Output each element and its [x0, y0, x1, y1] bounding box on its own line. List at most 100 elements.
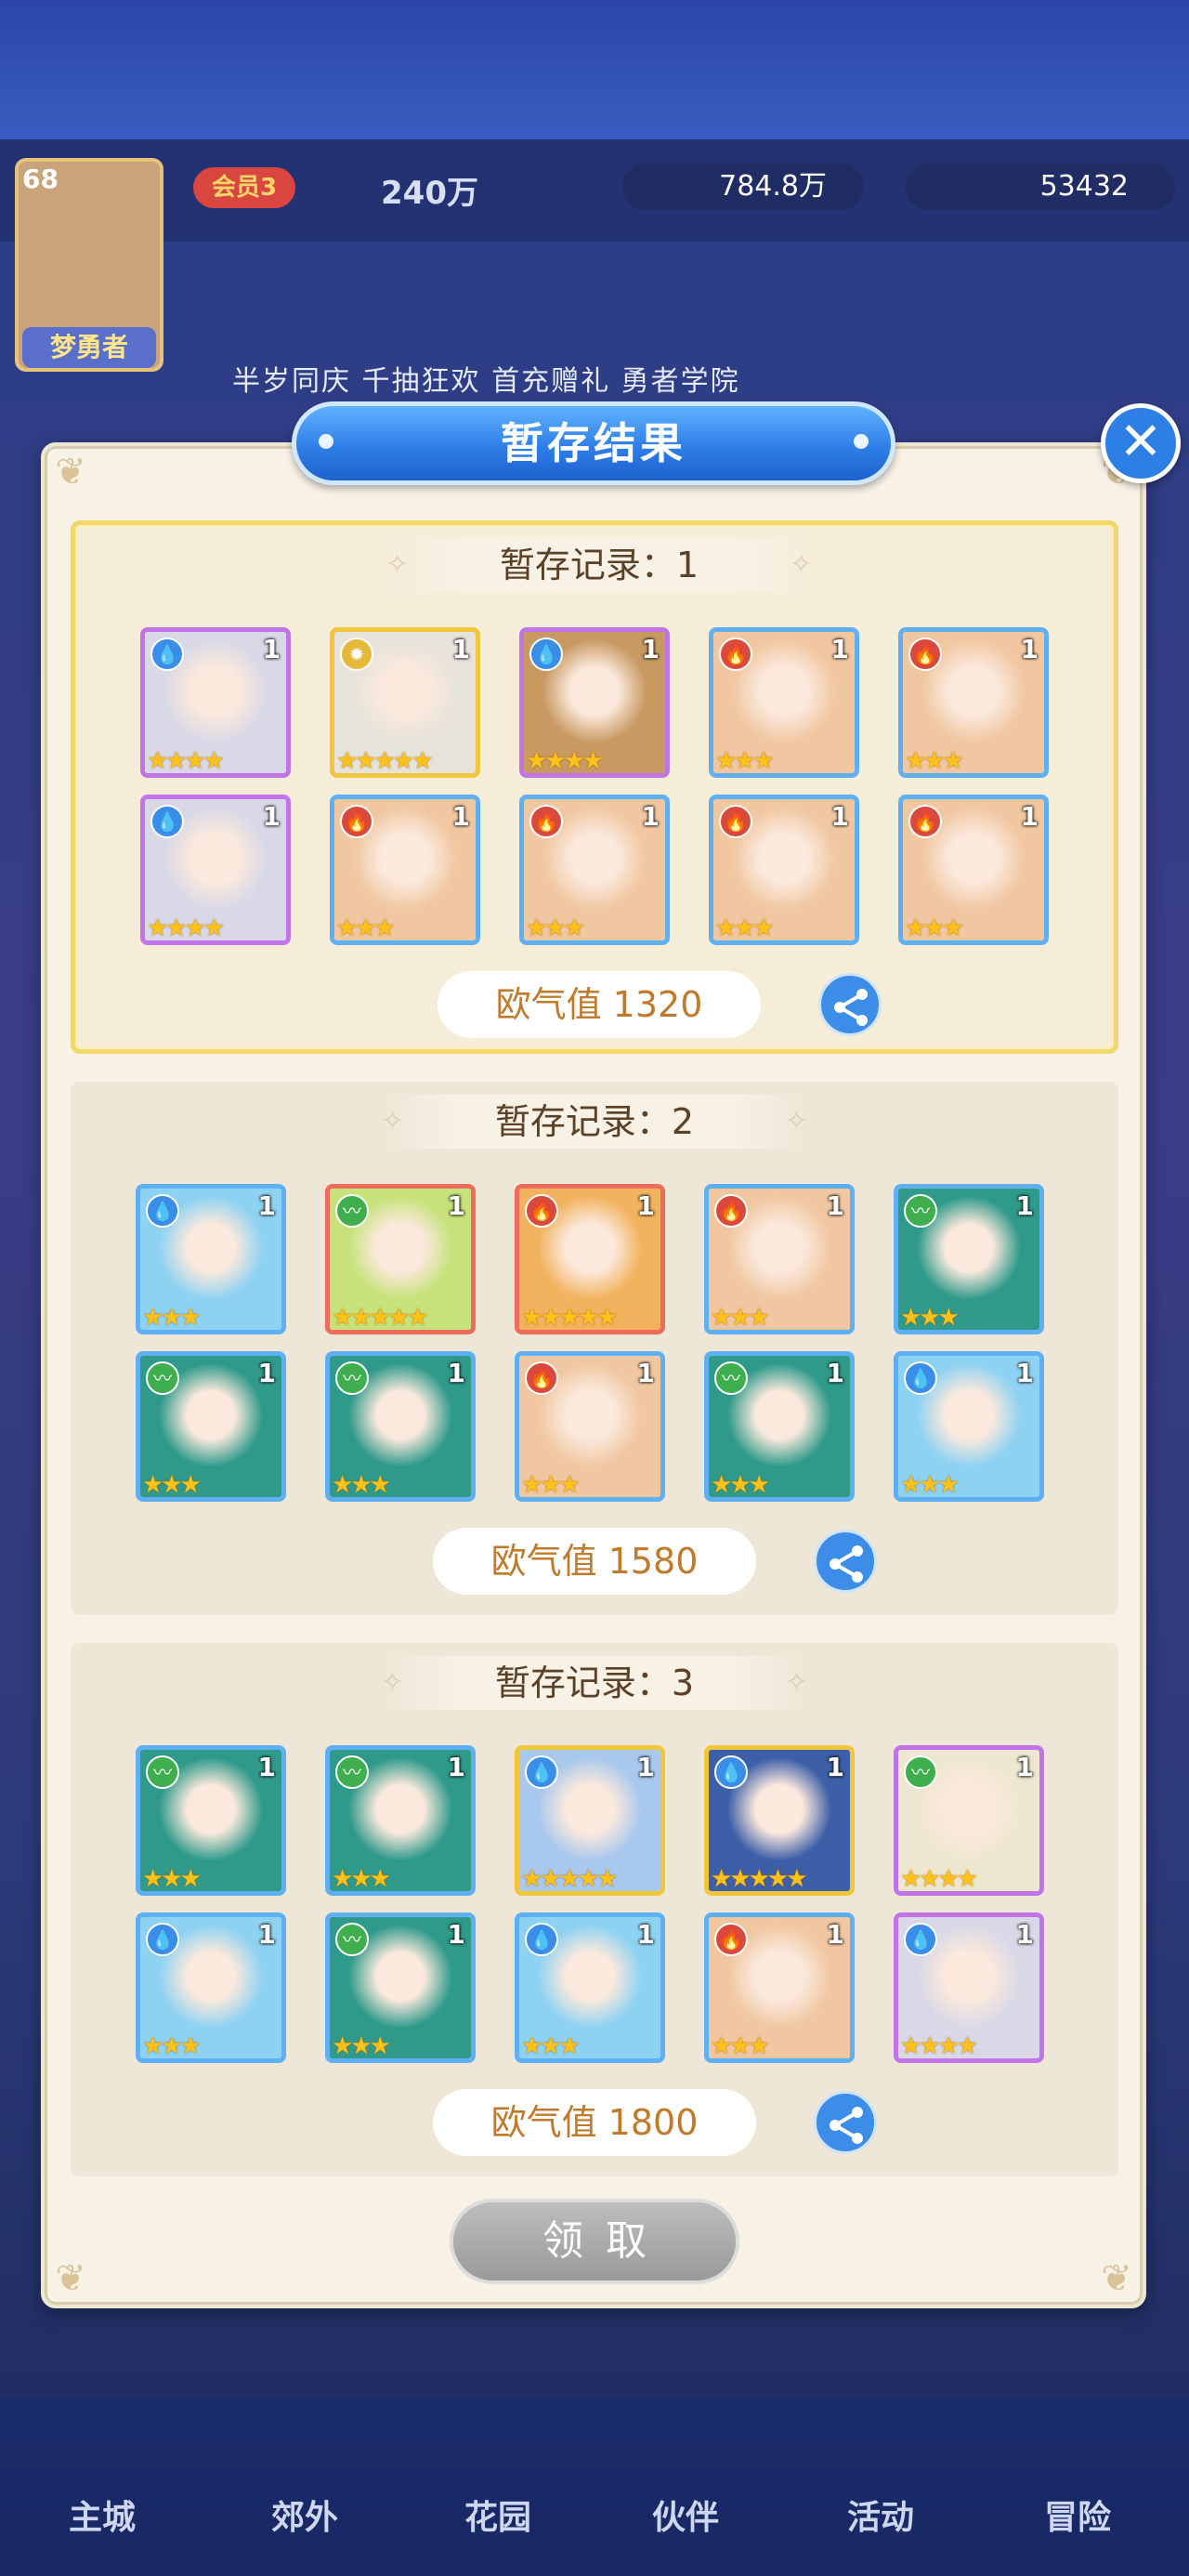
claim-button[interactable]: 领取 — [450, 2199, 739, 2284]
record-label-text: 暂存记录：1 — [499, 545, 699, 585]
card-count: 1 — [451, 634, 470, 664]
character-card[interactable]: 🔥 1 ★★★★★ — [515, 1184, 665, 1334]
character-card[interactable]: 💧 1 ★★★★ — [140, 795, 291, 945]
character-card[interactable]: 🔥 1 ★★★ — [704, 1184, 855, 1334]
character-card[interactable]: 🔥 1 ★★★ — [898, 627, 1049, 778]
star-rating: ★★★★ — [526, 747, 604, 775]
character-card[interactable]: 💧 1 ★★★★★ — [515, 1745, 665, 1896]
character-card[interactable]: 💧 1 ★★★★ — [519, 627, 670, 778]
star-rating: ★★★★★ — [336, 747, 434, 775]
character-card[interactable]: 〰 1 ★★★★★ — [325, 1184, 476, 1334]
share-button[interactable] — [818, 973, 882, 1036]
character-card[interactable]: 💧 1 ★★★ — [136, 1912, 286, 2063]
character-card[interactable]: 🔥 1 ★★★ — [330, 795, 480, 945]
character-card[interactable]: 〰 1 ★★★ — [325, 1351, 476, 1502]
card-count: 1 — [262, 801, 281, 832]
character-card[interactable]: 〰 1 ★★★ — [325, 1912, 476, 2063]
character-card[interactable]: 〰 1 ★★★ — [136, 1351, 286, 1502]
temp-record-panel[interactable]: ✧ 暂存记录：2 ✧ 💧 1 ★★★ 〰 1 ★★★★★ 🔥 1 ★★★★★ 🔥 1 ★★★ 〰 1 ★★★ 〰 1 ★… — [71, 1082, 1118, 1615]
star-rating: ★★★ — [715, 914, 775, 942]
character-card[interactable]: 💧 1 ★★★★★ — [704, 1745, 855, 1896]
water-drop-icon: 💧 — [150, 805, 184, 838]
character-card[interactable]: 〰 1 ★★★ — [894, 1184, 1044, 1334]
vip-badge[interactable]: 会员3 — [193, 167, 295, 208]
power-value: 240万 — [381, 175, 478, 212]
luck-value: 欧气值 1580 — [433, 1528, 756, 1595]
character-card[interactable]: 💧 1 ★★★ — [515, 1912, 665, 2063]
label-ornament: ✧ — [381, 1666, 405, 1699]
close-button[interactable]: ✕ — [1101, 403, 1181, 483]
nav-activities[interactable]: 活动 — [816, 2491, 946, 2539]
star-rating: ★★★★ — [900, 1865, 978, 1893]
card-count: 1 — [641, 634, 660, 664]
coin-counter[interactable]: 784.8万 — [622, 164, 864, 210]
character-card[interactable]: 💧 1 ★★★ — [894, 1351, 1044, 1502]
water-drop-icon: 💧 — [714, 1755, 748, 1789]
temp-record-panel[interactable]: ✧ 暂存记录：1 ✧ 💧 1 ★★★★ ✹ 1 ★★★★★ 💧 1 ★★★★ 🔥 1 ★★★ 🔥 1 ★★★ 💧 1 ★… — [71, 520, 1118, 1054]
character-card[interactable]: 🔥 1 ★★★ — [704, 1912, 855, 2063]
wind-icon: 〰 — [146, 1755, 179, 1789]
wind-icon: 〰 — [904, 1755, 937, 1789]
card-count: 1 — [451, 801, 470, 832]
character-card[interactable]: 〰 1 ★★★ — [704, 1351, 855, 1502]
character-card[interactable]: 🔥 1 ★★★ — [898, 795, 1049, 945]
character-card[interactable]: 〰 1 ★★★ — [136, 1745, 286, 1896]
wind-icon: 〰 — [335, 1755, 369, 1789]
player-name: 梦勇者 — [22, 327, 156, 368]
nav-garden[interactable]: 花园 — [433, 2491, 563, 2539]
flame-icon: 🔥 — [525, 1361, 558, 1395]
luck-value: 欧气值 1800 — [433, 2089, 756, 2156]
card-count: 1 — [641, 801, 660, 832]
water-drop-icon: 💧 — [904, 1361, 937, 1395]
wind-icon: 〰 — [335, 1361, 369, 1395]
star-rating: ★★★★ — [147, 747, 225, 775]
flame-icon: 🔥 — [714, 1194, 748, 1228]
card-count: 1 — [1015, 1190, 1034, 1221]
card-count: 1 — [257, 1919, 276, 1950]
character-card[interactable]: 🔥 1 ★★★ — [519, 795, 670, 945]
card-count: 1 — [636, 1190, 655, 1221]
card-count: 1 — [257, 1358, 276, 1388]
label-ornament: ✧ — [381, 1105, 405, 1137]
character-card[interactable]: 💧 1 ★★★★ — [894, 1912, 1044, 2063]
player-level: 68 — [22, 164, 59, 194]
gem-counter[interactable]: 53432 — [906, 164, 1175, 210]
character-card[interactable]: 〰 1 ★★★★ — [894, 1745, 1044, 1896]
label-ornament: ✧ — [789, 548, 813, 581]
nav-adventure[interactable]: 冒险 — [1013, 2491, 1143, 2539]
nav-main-city[interactable]: 主城 — [37, 2491, 167, 2539]
character-card[interactable]: ✹ 1 ★★★★★ — [330, 627, 480, 778]
sun-icon: ✹ — [340, 637, 373, 671]
card-count: 1 — [826, 1190, 844, 1221]
nav-outskirts[interactable]: 郊外 — [240, 2491, 370, 2539]
character-card[interactable]: 🔥 1 ★★★ — [709, 627, 859, 778]
character-card[interactable]: 🔥 1 ★★★ — [515, 1351, 665, 1502]
nav-partners[interactable]: 伙伴 — [621, 2491, 751, 2539]
temp-record-panel[interactable]: ✧ 暂存记录：3 ✧ 〰 1 ★★★ 〰 1 ★★★ 💧 1 ★★★★★ 💧 1 ★★★★★ 〰 1 ★★★★ 💧 1… — [71, 1643, 1118, 2176]
modal-title-text: 暂存结果 — [501, 418, 686, 468]
water-drop-icon: 💧 — [150, 637, 184, 671]
character-card[interactable]: 💧 1 ★★★★ — [140, 627, 291, 778]
star-rating: ★★★ — [142, 1865, 202, 1893]
card-count: 1 — [1015, 1752, 1034, 1782]
character-card[interactable]: 🔥 1 ★★★ — [709, 795, 859, 945]
card-grid: 💧 1 ★★★ 〰 1 ★★★★★ 🔥 1 ★★★★★ 🔥 1 ★★★ 〰 1 ★★★ 〰 1 ★★★ 〰 1 ★★★ 🔥… — [136, 1184, 1065, 1509]
water-drop-icon: 💧 — [146, 1194, 179, 1228]
star-rating: ★★★ — [711, 1304, 770, 1332]
star-rating: ★★★ — [332, 1865, 391, 1893]
star-rating: ★★★ — [711, 1471, 770, 1499]
card-count: 1 — [826, 1919, 844, 1950]
luck-value: 欧气值 1320 — [438, 971, 761, 1038]
flame-icon: 🔥 — [529, 805, 563, 838]
share-button[interactable] — [814, 1530, 877, 1593]
wind-icon: 〰 — [335, 1923, 369, 1956]
water-drop-icon: 💧 — [525, 1923, 558, 1956]
card-grid: 💧 1 ★★★★ ✹ 1 ★★★★★ 💧 1 ★★★★ 🔥 1 ★★★ 🔥 1 ★★★ 💧 1 ★★★★ 🔥 1 ★★★… — [140, 627, 1069, 953]
share-button[interactable] — [814, 2091, 877, 2154]
star-rating: ★★★★★ — [711, 1865, 808, 1893]
character-card[interactable]: 〰 1 ★★★ — [325, 1745, 476, 1896]
star-rating: ★★★★★ — [521, 1865, 619, 1893]
character-card[interactable]: 💧 1 ★★★ — [136, 1184, 286, 1334]
title-dot — [854, 434, 869, 449]
share-icon — [830, 2107, 863, 2144]
